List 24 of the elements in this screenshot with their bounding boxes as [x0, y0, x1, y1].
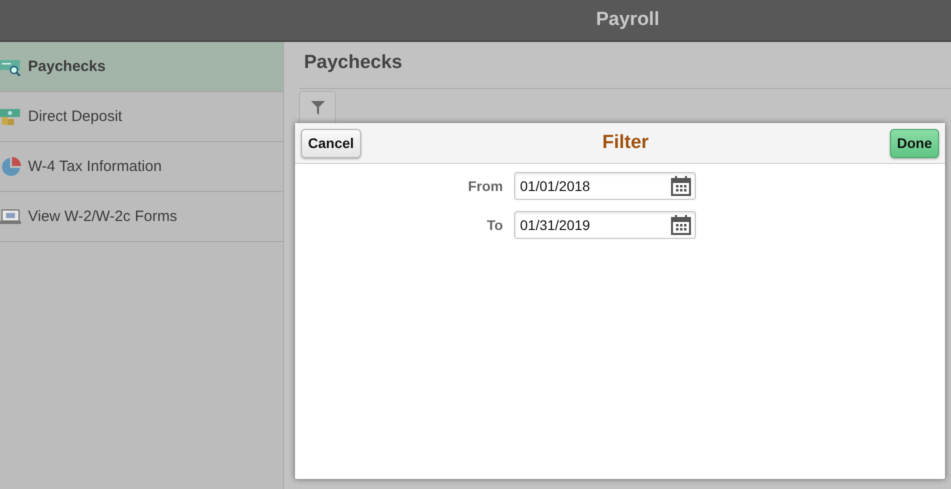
filter-button[interactable] — [299, 91, 336, 124]
date-field[interactable]: 01/31/2019 — [514, 211, 696, 239]
done-button[interactable]: Done — [890, 128, 939, 158]
page-title: Paychecks — [304, 52, 404, 75]
money-coins-icon — [0, 108, 22, 126]
w2-form-laptop-icon — [0, 208, 22, 226]
funnel-icon — [310, 100, 324, 114]
calendar-icon[interactable] — [671, 176, 691, 196]
cancel-button[interactable]: Cancel — [301, 128, 361, 158]
calendar-icon[interactable] — [671, 215, 691, 235]
dialog-title: Filter — [602, 132, 649, 154]
sidebar-item[interactable]: Paychecks — [0, 42, 283, 92]
field-label: To — [486, 217, 503, 233]
sidebar-item-label: View W-2/W-2c Forms — [28, 208, 178, 225]
date-field[interactable]: 01/01/2018 — [514, 172, 696, 200]
date-input[interactable]: 01/01/2018 — [520, 178, 650, 194]
date-input[interactable]: 01/31/2019 — [520, 217, 650, 233]
sidebar-item-label: Direct Deposit — [28, 108, 122, 125]
field-label: From — [468, 178, 503, 194]
paycheck-magnifier-icon — [0, 58, 22, 76]
app-title: Payroll — [596, 9, 660, 31]
pie-chart-icon — [0, 156, 22, 178]
sidebar-item-label: Paychecks — [28, 58, 106, 75]
sidebar-item-label: W-4 Tax Information — [28, 158, 162, 175]
